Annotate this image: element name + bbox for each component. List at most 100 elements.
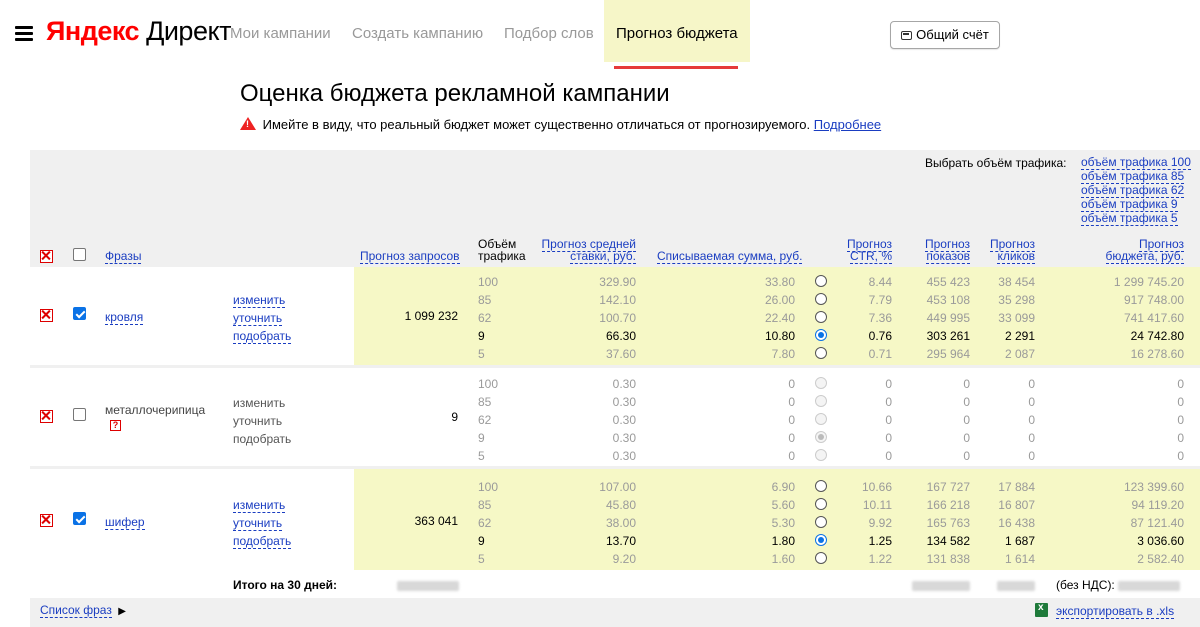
col-bid[interactable]: Прогноз средней ставки, руб. — [536, 237, 636, 264]
refine-link[interactable]: уточнить — [233, 516, 283, 531]
expand-arrow-icon[interactable]: ▶ — [118, 606, 126, 617]
header: Яндекс Директ Мои кампании Создать кампа… — [0, 0, 1200, 70]
totals-impressions-redacted — [912, 578, 970, 592]
clicks-value: 33 099 — [998, 311, 1035, 325]
volume-radio[interactable] — [815, 275, 827, 287]
refine-link[interactable]: уточнить — [233, 311, 283, 326]
ctr-value: 0 — [885, 377, 892, 391]
charge-value: 7.80 — [771, 347, 795, 361]
edit-link[interactable]: изменить — [233, 396, 285, 410]
volume-radio[interactable] — [815, 552, 827, 564]
impressions-value: 131 838 — [926, 552, 970, 566]
traffic-option-5[interactable]: объём трафика 5 — [1081, 211, 1178, 226]
budget-value: 917 748.00 — [1123, 293, 1184, 307]
col-impressions[interactable]: Прогноз показов — [910, 237, 970, 264]
warning-icon — [240, 117, 256, 130]
traffic-options: объём трафика 100 объём трафика 85 объём… — [1081, 155, 1191, 226]
clicks-value: 0 — [1028, 449, 1035, 463]
totals-label: Итого на 30 дней: — [233, 578, 338, 592]
phrase-text[interactable]: шифер — [105, 515, 145, 530]
charge-value: 1.80 — [771, 534, 795, 548]
clicks-value: 2 291 — [1004, 329, 1035, 343]
export-xls-link[interactable]: экспортировать в .xls — [1056, 604, 1175, 619]
col-requests[interactable]: Прогноз запросов — [360, 249, 460, 264]
nav-budget-forecast[interactable]: Прогноз бюджета — [604, 0, 750, 62]
bid-value: 38.00 — [605, 516, 636, 530]
remove-all-icon[interactable] — [40, 250, 53, 263]
phrase-text[interactable]: кровля — [105, 310, 144, 325]
volume-radio[interactable] — [815, 347, 827, 359]
impressions-value: 295 964 — [926, 347, 970, 361]
phrase-checkbox[interactable] — [73, 307, 86, 320]
impressions-value: 0 — [963, 377, 970, 391]
traffic-option-85[interactable]: объём трафика 85 — [1081, 169, 1185, 184]
warning-message: Имейте в виду, что реальный бюджет может… — [240, 117, 881, 132]
volume-value: 5 — [478, 347, 485, 361]
volume-radio-selected[interactable] — [815, 329, 827, 341]
ctr-value: 10.66 — [861, 480, 892, 494]
budget-value: 2 582.40 — [1137, 552, 1184, 566]
phrase-list-link[interactable]: Список фраз — [40, 603, 112, 618]
col-phrases[interactable]: Фразы — [105, 249, 142, 264]
nav-word-selection[interactable]: Подбор слов — [504, 0, 594, 62]
pick-link[interactable]: подобрать — [233, 534, 292, 549]
edit-link[interactable]: изменить — [233, 293, 286, 308]
more-info-link[interactable]: Подробнее — [814, 117, 881, 132]
help-icon[interactable]: ? — [110, 420, 121, 431]
charge-value: 0 — [788, 395, 795, 409]
remove-phrase-icon[interactable] — [40, 410, 53, 423]
volume-radio[interactable] — [815, 311, 827, 323]
volume-radio[interactable] — [815, 498, 827, 510]
edit-link[interactable]: изменить — [233, 498, 286, 513]
traffic-option-62[interactable]: объём трафика 62 — [1081, 183, 1185, 198]
charge-value: 1.60 — [771, 552, 795, 566]
ctr-value: 7.79 — [868, 293, 892, 307]
bid-value: 0.30 — [612, 395, 636, 409]
charge-value: 0 — [788, 431, 795, 445]
shared-account-label: Общий счёт — [916, 27, 989, 42]
charge-value: 10.80 — [764, 329, 795, 343]
phrase-list-toggle[interactable]: Список фраз ▶ — [40, 603, 126, 618]
budget-value: 0 — [1177, 431, 1184, 445]
bid-value: 107.00 — [599, 480, 636, 494]
remove-phrase-icon[interactable] — [40, 514, 53, 527]
warning-text: Имейте в виду, что реальный бюджет может… — [262, 117, 811, 132]
col-clicks[interactable]: Прогноз кликов — [975, 237, 1035, 264]
menu-icon[interactable] — [15, 26, 33, 42]
logo[interactable]: Яндекс Директ — [46, 16, 231, 47]
budget-value: 87 121.40 — [1130, 516, 1184, 530]
traffic-option-100[interactable]: объём трафика 100 — [1081, 155, 1191, 170]
bid-value: 0.30 — [612, 413, 636, 427]
refine-link[interactable]: уточнить — [233, 414, 282, 428]
volume-radio-selected[interactable] — [815, 534, 827, 546]
col-traffic-volume: Объём трафика — [478, 238, 526, 262]
col-charge[interactable]: Списываемая сумма, руб. — [657, 249, 803, 264]
clicks-value: 38 454 — [998, 275, 1035, 289]
volume-radio[interactable] — [815, 516, 827, 528]
export-xls[interactable]: экспортировать в .xls — [1035, 602, 1175, 619]
charge-value: 6.90 — [771, 480, 795, 494]
clicks-value: 16 438 — [998, 516, 1035, 530]
pick-link[interactable]: подобрать — [233, 432, 291, 446]
select-all-checkbox[interactable] — [73, 248, 86, 261]
shared-account-button[interactable]: Общий счёт — [890, 21, 1000, 49]
volume-value: 62 — [478, 413, 492, 427]
col-ctr[interactable]: Прогноз CTR, % — [830, 237, 892, 264]
budget-value: 1 299 745.20 — [1113, 275, 1184, 289]
col-budget[interactable]: Прогноз бюджета, руб. — [1090, 237, 1184, 264]
ctr-value: 10.11 — [862, 498, 892, 512]
phrase-checkbox[interactable] — [73, 512, 86, 525]
volume-radio[interactable] — [815, 293, 827, 305]
remove-phrase-icon[interactable] — [40, 309, 53, 322]
budget-value: 0 — [1177, 377, 1184, 391]
traffic-option-9[interactable]: объём трафика 9 — [1081, 197, 1178, 212]
impressions-value: 0 — [963, 431, 970, 445]
clicks-value: 1 687 — [1004, 534, 1035, 548]
phrase-checkbox[interactable] — [73, 408, 86, 421]
nav-my-campaigns[interactable]: Мои кампании — [230, 0, 331, 62]
volume-radio[interactable] — [815, 480, 827, 492]
ctr-value: 0 — [885, 395, 892, 409]
nav-create-campaign[interactable]: Создать кампанию — [352, 0, 483, 62]
ctr-value: 9.92 — [868, 516, 892, 530]
pick-link[interactable]: подобрать — [233, 329, 292, 344]
